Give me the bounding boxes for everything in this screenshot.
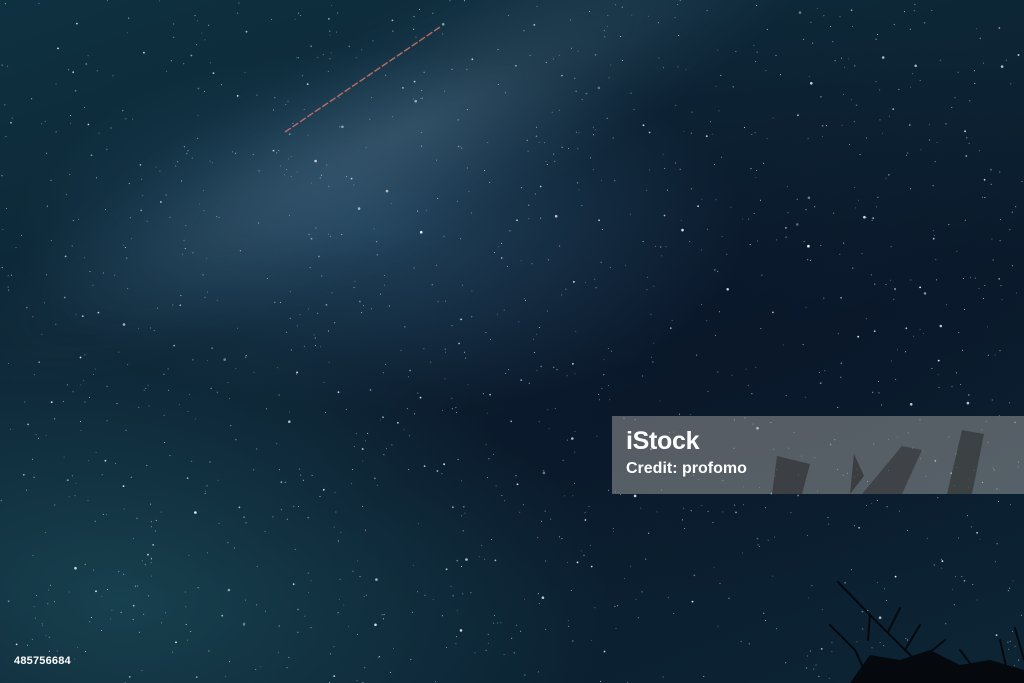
watermark-credit: Credit: profomo [626,460,747,477]
satellite-trail [284,26,441,133]
image-id: 485756684 [14,655,71,667]
istock-watermark: iStock Credit: profomo [612,416,1024,494]
watermark-brand: iStock [626,427,700,455]
night-sky-photo: iStock Credit: profomo 485756684 [0,0,1024,683]
